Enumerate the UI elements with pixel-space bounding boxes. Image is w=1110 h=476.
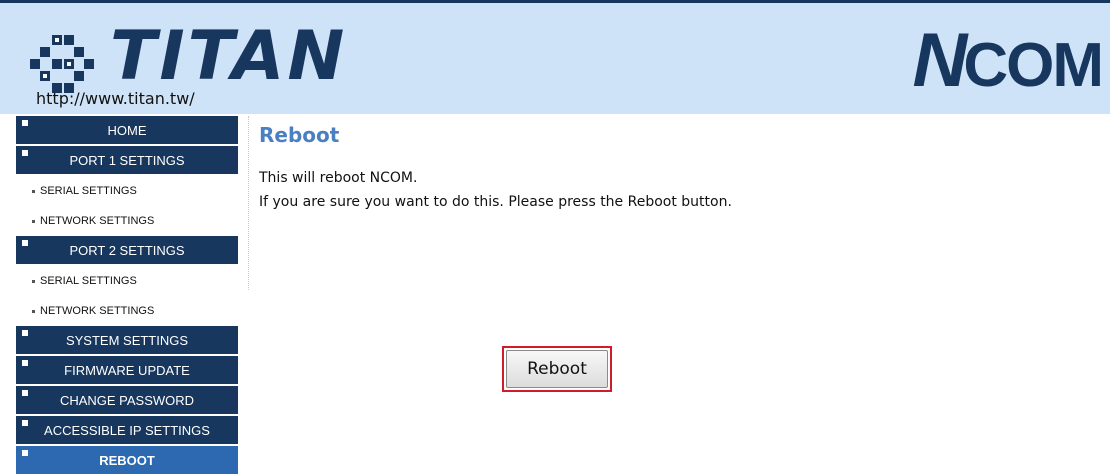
sidebar-item-label: SERIAL SETTINGS (40, 275, 137, 287)
sidebar-item-port1-serial-settings[interactable]: SERIAL SETTINGS (16, 176, 238, 206)
square-icon (22, 330, 28, 336)
square-icon (22, 240, 28, 246)
bullet-icon (32, 189, 35, 193)
ncom-logo: NCOM (912, 23, 1104, 101)
sidebar-item-change-password[interactable]: CHANGE PASSWORD (16, 386, 238, 414)
sidebar-item-port2-serial-settings[interactable]: SERIAL SETTINGS (16, 266, 238, 296)
sidebar-item-port1-settings[interactable]: PORT 1 SETTINGS (16, 146, 238, 174)
sidebar: HOME PORT 1 SETTINGS SERIAL SETTINGS NET… (16, 116, 238, 476)
sidebar-item-system-settings[interactable]: SYSTEM SETTINGS (16, 326, 238, 354)
square-icon (22, 120, 28, 126)
square-icon (22, 450, 28, 456)
sidebar-item-label: SERIAL SETTINGS (40, 185, 137, 197)
sidebar-divider (248, 116, 249, 290)
sidebar-item-reboot[interactable]: REBOOT (16, 446, 238, 474)
sidebar-item-port1-network-settings[interactable]: NETWORK SETTINGS (16, 206, 238, 236)
sidebar-item-home[interactable]: HOME (16, 116, 238, 144)
page-title: Reboot (259, 123, 340, 147)
square-icon (22, 390, 28, 396)
bullet-icon (32, 309, 35, 313)
sidebar-item-port2-network-settings[interactable]: NETWORK SETTINGS (16, 296, 238, 326)
sidebar-item-label: HOME (107, 123, 147, 138)
square-icon (22, 360, 28, 366)
sidebar-item-label: CHANGE PASSWORD (59, 393, 195, 408)
sidebar-item-label: FIRMWARE UPDATE (64, 363, 190, 378)
header-right-bar (795, 0, 1110, 3)
ncom-logo-n: N (912, 18, 967, 103)
reboot-description: This will reboot NCOM. (259, 170, 418, 186)
square-icon (22, 150, 28, 156)
website-url: http://www.titan.tw/ (36, 89, 195, 108)
reboot-button[interactable]: Reboot (506, 350, 608, 388)
brand-title: TITAN (110, 17, 348, 96)
header: TITAN http://www.titan.tw/ NCOM (0, 0, 1110, 114)
sidebar-item-label: ACCESSIBLE IP SETTINGS (44, 423, 210, 438)
sidebar-item-label: PORT 2 SETTINGS (69, 243, 185, 258)
bullet-icon (32, 219, 35, 223)
sidebar-item-label: NETWORK SETTINGS (40, 305, 155, 317)
reboot-confirmation-text: If you are sure you want to do this. Ple… (259, 194, 732, 210)
sidebar-item-port2-settings[interactable]: PORT 2 SETTINGS (16, 236, 238, 264)
reboot-button-highlight: Reboot (502, 346, 612, 392)
bullet-icon (32, 279, 35, 283)
main-content: Reboot This will reboot NCOM. If you are… (259, 120, 732, 214)
sidebar-item-label: SYSTEM SETTINGS (65, 333, 189, 348)
sidebar-item-accessible-ip-settings[interactable]: ACCESSIBLE IP SETTINGS (16, 416, 238, 444)
square-icon (22, 420, 28, 426)
sidebar-item-label: REBOOT (99, 453, 155, 468)
ncom-logo-com: COM (963, 31, 1104, 100)
sidebar-item-firmware-update[interactable]: FIRMWARE UPDATE (16, 356, 238, 384)
sidebar-item-label: PORT 1 SETTINGS (69, 153, 185, 168)
titan-logo-icon (30, 35, 94, 93)
sidebar-item-label: NETWORK SETTINGS (40, 215, 155, 227)
